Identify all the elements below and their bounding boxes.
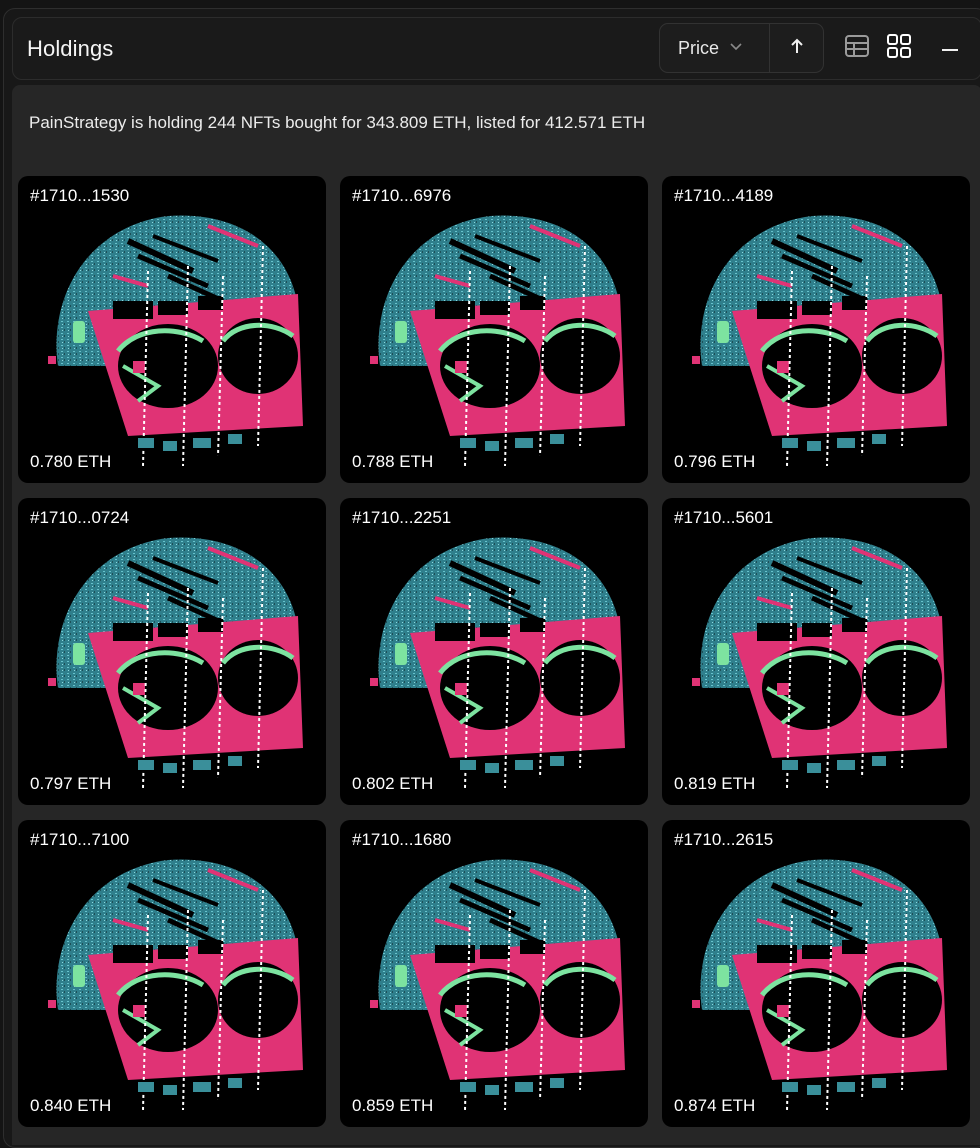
- nft-token-id: #1710...2615: [668, 827, 780, 853]
- nft-card[interactable]: #1710...0724 0.797 ETH: [18, 498, 326, 805]
- grid-view-button[interactable]: [885, 33, 913, 64]
- nft-token-id: #1710...2251: [346, 505, 458, 531]
- nft-image: [18, 498, 326, 805]
- nft-image: [340, 820, 648, 1127]
- nft-price: 0.859 ETH: [346, 1093, 440, 1119]
- nft-card[interactable]: #1710...4189 0.796 ETH: [662, 176, 970, 483]
- nft-card[interactable]: #1710...1680 0.859 ETH: [340, 820, 648, 1127]
- nft-price: 0.802 ETH: [346, 771, 440, 797]
- holdings-summary: PainStrategy is holding 244 NFTs bought …: [29, 113, 646, 132]
- sort-direction-button[interactable]: [770, 24, 823, 72]
- nft-card[interactable]: #1710...2615 0.874 ETH: [662, 820, 970, 1127]
- table-view-button[interactable]: [843, 34, 871, 62]
- nft-image: [662, 820, 970, 1127]
- nft-price: 0.796 ETH: [668, 449, 762, 475]
- nft-image: [662, 498, 970, 805]
- nft-card[interactable]: #1710...7100 0.840 ETH: [18, 820, 326, 1127]
- nft-price: 0.840 ETH: [24, 1093, 118, 1119]
- collapse-button[interactable]: [938, 36, 962, 60]
- chevron-down-icon: [729, 39, 743, 58]
- nft-token-id: #1710...5601: [668, 505, 780, 531]
- sort-field-select[interactable]: Price: [660, 24, 770, 72]
- nft-image: [662, 176, 970, 483]
- holdings-header: Holdings Price: [12, 17, 980, 80]
- sort-control: Price: [659, 23, 824, 73]
- nft-token-id: #1710...6976: [346, 183, 458, 209]
- grid-view-icon: [886, 33, 912, 64]
- nft-image: [340, 176, 648, 483]
- panel-title: Holdings: [27, 36, 114, 61]
- nft-token-id: #1710...1530: [24, 183, 136, 209]
- nft-card[interactable]: #1710...6976 0.788 ETH: [340, 176, 648, 483]
- nft-image: [340, 498, 648, 805]
- minus-icon: [941, 39, 959, 57]
- nft-price: 0.874 ETH: [668, 1093, 762, 1119]
- nft-token-id: #1710...0724: [24, 505, 136, 531]
- nft-image: [18, 820, 326, 1127]
- nft-card[interactable]: #1710...5601 0.819 ETH: [662, 498, 970, 805]
- nft-token-id: #1710...7100: [24, 827, 136, 853]
- nft-price: 0.780 ETH: [24, 449, 118, 475]
- nft-card[interactable]: #1710...1530 0.780 ETH: [18, 176, 326, 483]
- nft-token-id: #1710...1680: [346, 827, 458, 853]
- nft-card[interactable]: #1710...2251 0.802 ETH: [340, 498, 648, 805]
- nft-price: 0.797 ETH: [24, 771, 118, 797]
- nft-token-id: #1710...4189: [668, 183, 780, 209]
- table-view-icon: [844, 33, 870, 64]
- nft-price: 0.788 ETH: [346, 449, 440, 475]
- nft-image: [18, 176, 326, 483]
- arrow-up-icon: [789, 37, 805, 60]
- sort-field-label: Price: [678, 37, 720, 58]
- nft-price: 0.819 ETH: [668, 771, 762, 797]
